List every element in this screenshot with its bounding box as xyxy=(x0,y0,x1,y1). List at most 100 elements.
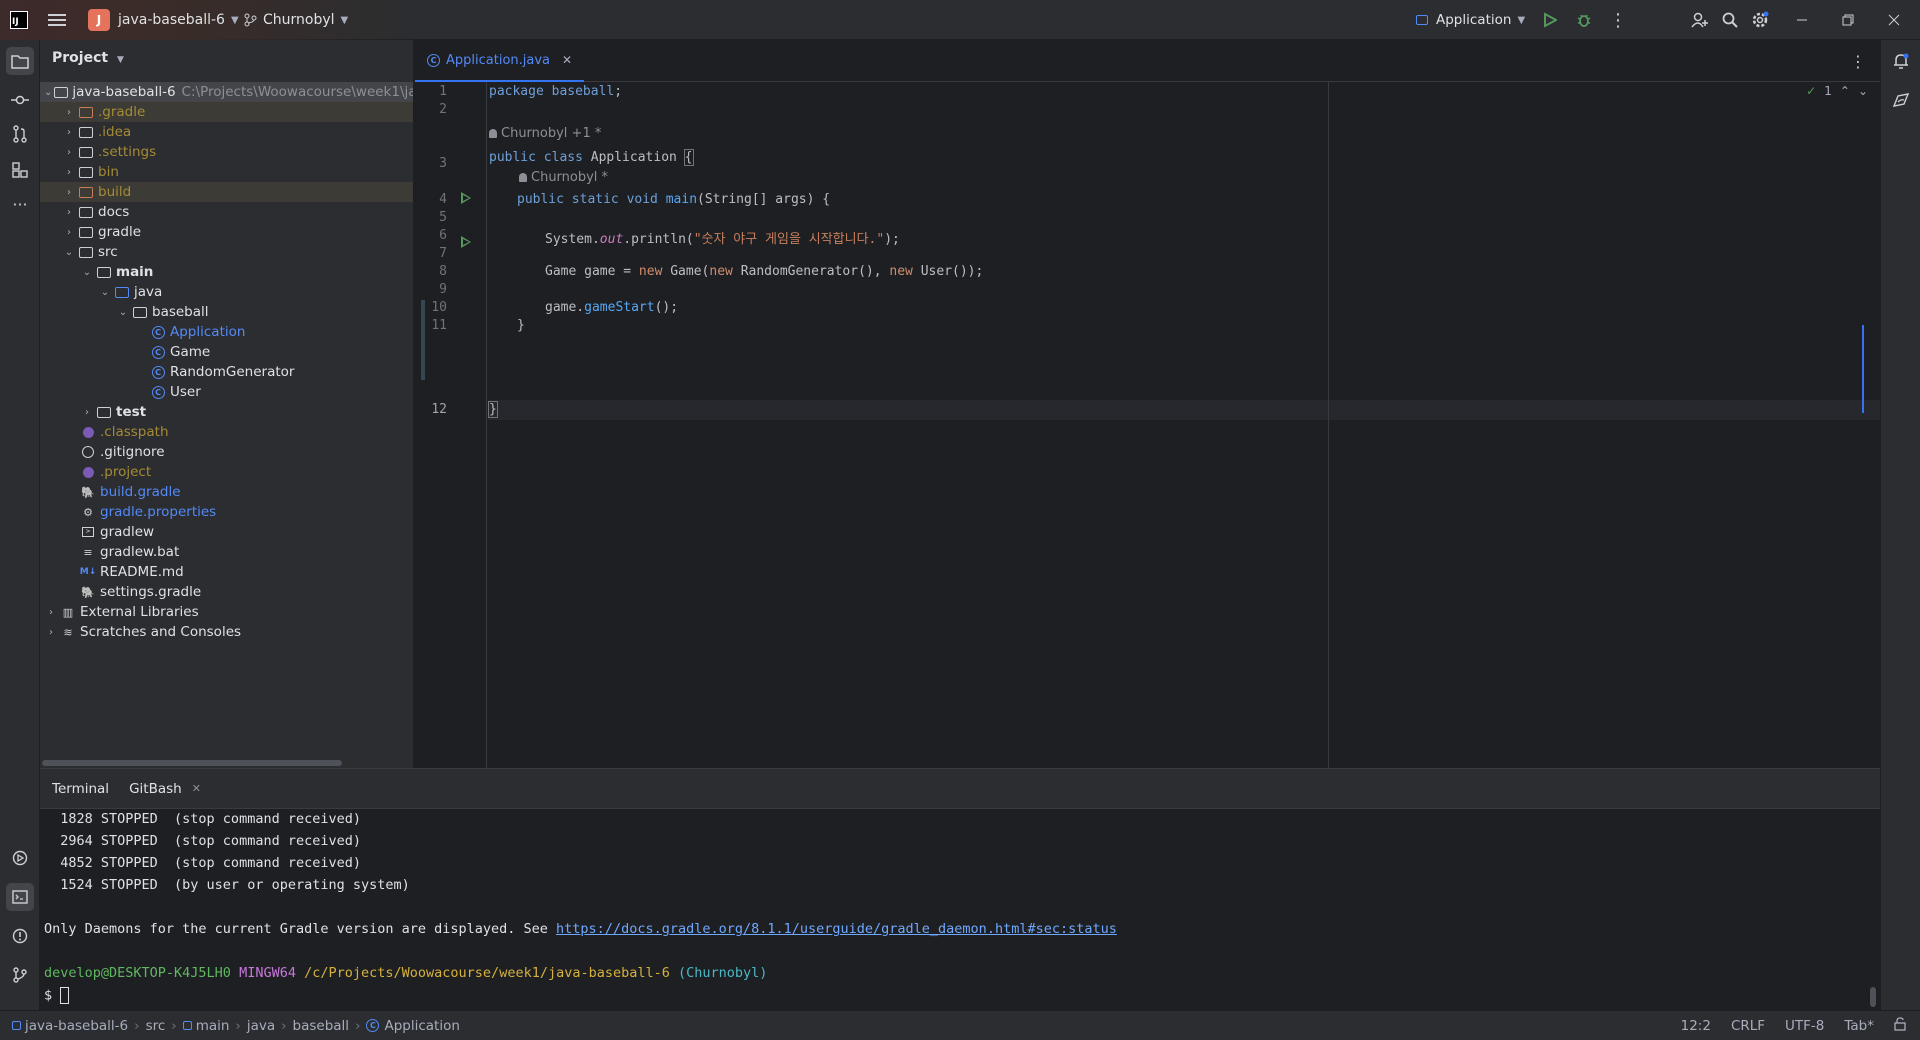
minimize-icon[interactable] xyxy=(1790,8,1814,32)
tree-item-build[interactable]: › build xyxy=(40,182,413,202)
add-user-icon[interactable] xyxy=(1688,8,1712,32)
pull-requests-icon[interactable] xyxy=(6,120,34,148)
breadcrumb-application[interactable]: C Application xyxy=(366,1018,460,1034)
settings-gear-icon[interactable] xyxy=(1748,8,1772,32)
breadcrumb-baseball[interactable]: baseball xyxy=(293,1018,350,1034)
tree-item-scratches[interactable]: › ≋ Scratches and Consoles xyxy=(40,622,413,642)
tree-item-bin[interactable]: › bin xyxy=(40,162,413,182)
tree-item-user[interactable]: C User xyxy=(40,382,413,402)
branch-selector[interactable]: Churnobyl ▼ xyxy=(243,0,348,40)
tree-item-application[interactable]: C Application xyxy=(40,322,413,342)
chevron-right-icon: › xyxy=(49,626,53,638)
chevron-down-icon[interactable]: ⌄ xyxy=(1858,84,1868,98)
vertical-scrollbar[interactable] xyxy=(1870,987,1876,1007)
tree-item-src[interactable]: ⌄ src xyxy=(40,242,413,262)
class-icon: C xyxy=(427,53,440,67)
docs-link[interactable]: https://docs.gradle.org/8.1.1/userguide/… xyxy=(556,921,1117,937)
main-menu-icon[interactable] xyxy=(48,0,66,40)
problems-tool-icon[interactable] xyxy=(6,922,34,950)
project-selector[interactable]: J java-baseball-6 ▼ xyxy=(88,0,239,40)
file-encoding[interactable]: UTF-8 xyxy=(1785,1018,1824,1034)
app-logo-icon[interactable]: IJ xyxy=(10,0,28,40)
inspection-widget[interactable]: ✓ 1 ⌃ ⌄ xyxy=(1806,84,1868,98)
shell-script-icon: > xyxy=(80,525,96,539)
tree-item-classpath[interactable]: .classpath xyxy=(40,422,413,442)
tree-item-settings-gradle[interactable]: 🐘 settings.gradle xyxy=(40,582,413,602)
ai-assistant-icon[interactable] xyxy=(1887,86,1915,114)
restore-icon[interactable] xyxy=(1836,8,1860,32)
code-line-10[interactable]: game.gameStart(); xyxy=(545,300,678,315)
breadcrumb-java[interactable]: java xyxy=(247,1018,275,1034)
tree-item-gradlew[interactable]: > gradlew xyxy=(40,522,413,542)
run-gutter-icon[interactable] xyxy=(461,236,471,248)
terminal-title[interactable]: Terminal xyxy=(52,775,109,803)
code-line-3[interactable]: public class Application { xyxy=(489,149,694,166)
run-gutter-icon[interactable] xyxy=(461,192,471,204)
notifications-bell-icon[interactable] xyxy=(1887,47,1915,75)
tree-item-readme[interactable]: M↓ README.md xyxy=(40,562,413,582)
terminal-tool-icon[interactable] xyxy=(6,883,34,911)
commit-tool-icon[interactable] xyxy=(6,86,34,114)
tree-item-test[interactable]: › test xyxy=(40,402,413,422)
scrollbar-change-marker[interactable] xyxy=(1862,325,1864,413)
run-config-selector[interactable]: Application ▼ xyxy=(1416,0,1525,40)
code-line-6[interactable]: System.out.println("숫자 야구 게임을 시작합니다."); xyxy=(545,228,900,247)
project-panel-title[interactable]: Project ▼ xyxy=(52,50,124,66)
tree-item-docs[interactable]: › docs xyxy=(40,202,413,222)
tree-item-idea[interactable]: › .idea xyxy=(40,122,413,142)
structure-tool-icon[interactable] xyxy=(6,156,34,184)
tree-item-randomgenerator[interactable]: C RandomGenerator xyxy=(40,362,413,382)
tree-item-gradle-dir[interactable]: › .gradle xyxy=(40,102,413,122)
tree-item-settings[interactable]: › .settings xyxy=(40,142,413,162)
breadcrumb-project[interactable]: java-baseball-6 xyxy=(12,1018,128,1034)
author-inlay-hint[interactable]: Churnobyl +1 * xyxy=(489,126,601,141)
tree-item-gitignore[interactable]: .gitignore xyxy=(40,442,413,462)
module-icon xyxy=(182,1021,192,1030)
debug-icon[interactable] xyxy=(1572,8,1596,32)
code-line-11[interactable]: } xyxy=(517,318,525,333)
git-tool-icon[interactable] xyxy=(6,961,34,989)
tree-item-label: .idea xyxy=(98,124,132,140)
chevron-up-icon[interactable]: ⌃ xyxy=(1840,84,1850,98)
indent-setting[interactable]: Tab* xyxy=(1844,1018,1874,1034)
more-tools-icon[interactable]: ··· xyxy=(6,190,34,218)
close-window-icon[interactable] xyxy=(1882,8,1906,32)
project-tool-icon[interactable] xyxy=(6,47,34,75)
tree-item-gradlew-bat[interactable]: ≡ gradlew.bat xyxy=(40,542,413,562)
code-line-4[interactable]: public static void main(String[] args) { xyxy=(517,192,830,207)
close-tab-icon[interactable]: ✕ xyxy=(192,782,201,795)
editor-area: C Application.java ✕ ⋮ 1 2 3 4 5 6 7 8 9… xyxy=(415,40,1880,768)
line-separator[interactable]: CRLF xyxy=(1731,1018,1765,1034)
tab-options-icon[interactable]: ⋮ xyxy=(1850,52,1866,71)
tree-item-label: build xyxy=(98,184,132,200)
unlock-icon[interactable] xyxy=(1894,1017,1906,1035)
code-line-8[interactable]: Game game = new Game(new RandomGenerator… xyxy=(545,264,983,279)
code-line-1[interactable]: package baseball; xyxy=(489,84,622,99)
tree-item-gradle-properties[interactable]: ⚙ gradle.properties xyxy=(40,502,413,522)
tree-item-root[interactable]: ⌄ java-baseball-6 C:\Projects\Woowacours… xyxy=(40,82,413,102)
tree-item-project-file[interactable]: .project xyxy=(40,462,413,482)
horizontal-scrollbar[interactable] xyxy=(42,760,342,766)
tree-item-baseball[interactable]: ⌄ baseball xyxy=(40,302,413,322)
tree-item-external-libraries[interactable]: › ▥ External Libraries xyxy=(40,602,413,622)
run-icon[interactable] xyxy=(1538,8,1562,32)
tree-item-gradle[interactable]: › gradle xyxy=(40,222,413,242)
caret-position[interactable]: 12:2 xyxy=(1681,1018,1711,1034)
tree-item-java[interactable]: ⌄ java xyxy=(40,282,413,302)
close-tab-icon[interactable]: ✕ xyxy=(562,53,572,67)
search-icon[interactable] xyxy=(1718,8,1742,32)
git-branch-icon xyxy=(244,13,257,27)
code-line-12[interactable]: } xyxy=(488,401,498,418)
tree-item-main[interactable]: ⌄ main xyxy=(40,262,413,282)
breadcrumb-label: java xyxy=(246,1017,276,1034)
breadcrumb-main[interactable]: main xyxy=(182,1018,229,1034)
author-inlay-hint[interactable]: Churnobyl * xyxy=(519,170,608,185)
tab-gitbash[interactable]: GitBash ✕ xyxy=(129,781,201,797)
services-tool-icon[interactable] xyxy=(6,844,34,872)
more-actions-icon[interactable]: ⋮ xyxy=(1606,8,1630,32)
tree-item-game[interactable]: C Game xyxy=(40,342,413,362)
tab-application-java[interactable]: C Application.java ✕ xyxy=(415,40,585,82)
breadcrumb-src[interactable]: src xyxy=(146,1018,166,1034)
terminal-input-line[interactable]: $ xyxy=(44,987,70,1004)
tree-item-build-gradle[interactable]: 🐘 build.gradle xyxy=(40,482,413,502)
